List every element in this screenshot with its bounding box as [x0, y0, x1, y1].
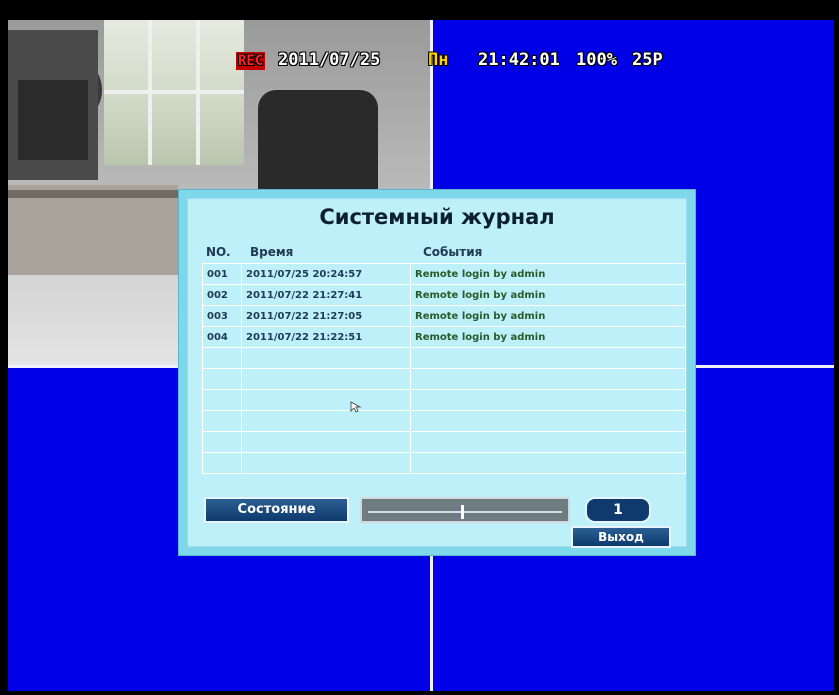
system-log-panel: Системный журнал NO. Время События 001 20… [187, 198, 687, 548]
log-cell-time [241, 410, 411, 432]
log-cell-no: 001 [202, 263, 242, 285]
log-cell-time: 2011/07/22 21:27:41 [241, 284, 411, 306]
camera-scene-window [104, 20, 244, 165]
mouse-cursor-icon [350, 401, 362, 413]
table-row[interactable] [202, 431, 686, 453]
osd-quality: 100% [576, 50, 617, 70]
table-row[interactable] [202, 410, 686, 432]
log-cell-event [410, 347, 686, 369]
top-bar [8, 8, 834, 20]
log-cell-event: Remote login by admin [410, 305, 686, 327]
log-cell-no [202, 452, 242, 474]
log-cell-event: Remote login by admin [410, 263, 686, 285]
rec-indicator: REC [236, 52, 266, 70]
log-cell-time [241, 389, 411, 411]
log-cell-event [410, 368, 686, 390]
table-row[interactable]: 002 2011/07/22 21:27:41 Remote login by ad… [202, 284, 686, 306]
log-cell-no [202, 389, 242, 411]
log-cell-time: 2011/07/25 20:24:57 [241, 263, 411, 285]
log-cell-no [202, 368, 242, 390]
camera-scene-desk [8, 185, 178, 275]
status-button[interactable]: Состояние [204, 497, 349, 523]
table-row[interactable]: 004 2011/07/22 21:22:51 Remote login by ad… [202, 326, 686, 348]
log-cell-no [202, 431, 242, 453]
dvr-screen: REC 2011/07/25 Пн 21:42:01 100% 25P Сист… [8, 8, 834, 691]
log-cell-event [410, 452, 686, 474]
page-slider[interactable] [360, 497, 570, 523]
table-row[interactable] [202, 347, 686, 369]
log-cell-time [241, 452, 411, 474]
log-cell-no: 004 [202, 326, 242, 348]
dialog-title: Системный журнал [319, 205, 555, 229]
log-cell-time: 2011/07/22 21:22:51 [241, 326, 411, 348]
log-cell-event: Remote login by admin [410, 326, 686, 348]
log-cell-no: 002 [202, 284, 242, 306]
system-log-dialog: Системный журнал NO. Время События 001 20… [178, 189, 696, 556]
table-row[interactable] [202, 452, 686, 474]
exit-button[interactable]: Выход [571, 526, 671, 548]
osd-framerate: 25P [632, 50, 663, 70]
log-cell-event [410, 410, 686, 432]
table-row[interactable] [202, 389, 686, 411]
log-cell-time [241, 368, 411, 390]
log-cell-time [241, 431, 411, 453]
table-row[interactable] [202, 368, 686, 390]
table-row[interactable]: 003 2011/07/22 21:27:05 Remote login by ad… [202, 305, 686, 327]
column-header-no: NO. [206, 245, 231, 259]
page-indicator[interactable]: 1 [585, 497, 651, 523]
osd-time: 21:42:01 [478, 50, 560, 70]
column-header-event: События [423, 245, 483, 259]
osd-weekday: Пн [428, 50, 449, 70]
log-cell-no [202, 347, 242, 369]
log-table: 001 2011/07/25 20:24:57 Remote login by ad… [202, 263, 686, 474]
log-cell-time [241, 347, 411, 369]
table-row[interactable]: 001 2011/07/25 20:24:57 Remote login by ad… [202, 263, 686, 285]
log-cell-event [410, 389, 686, 411]
log-cell-event: Remote login by admin [410, 284, 686, 306]
slider-track [368, 511, 562, 513]
log-cell-event [410, 431, 686, 453]
column-header-time: Время [250, 245, 294, 259]
slider-knob[interactable] [461, 505, 464, 519]
log-cell-no [202, 410, 242, 432]
log-cell-time: 2011/07/22 21:27:05 [241, 305, 411, 327]
log-cell-no: 003 [202, 305, 242, 327]
osd-date: 2011/07/25 [278, 50, 381, 70]
